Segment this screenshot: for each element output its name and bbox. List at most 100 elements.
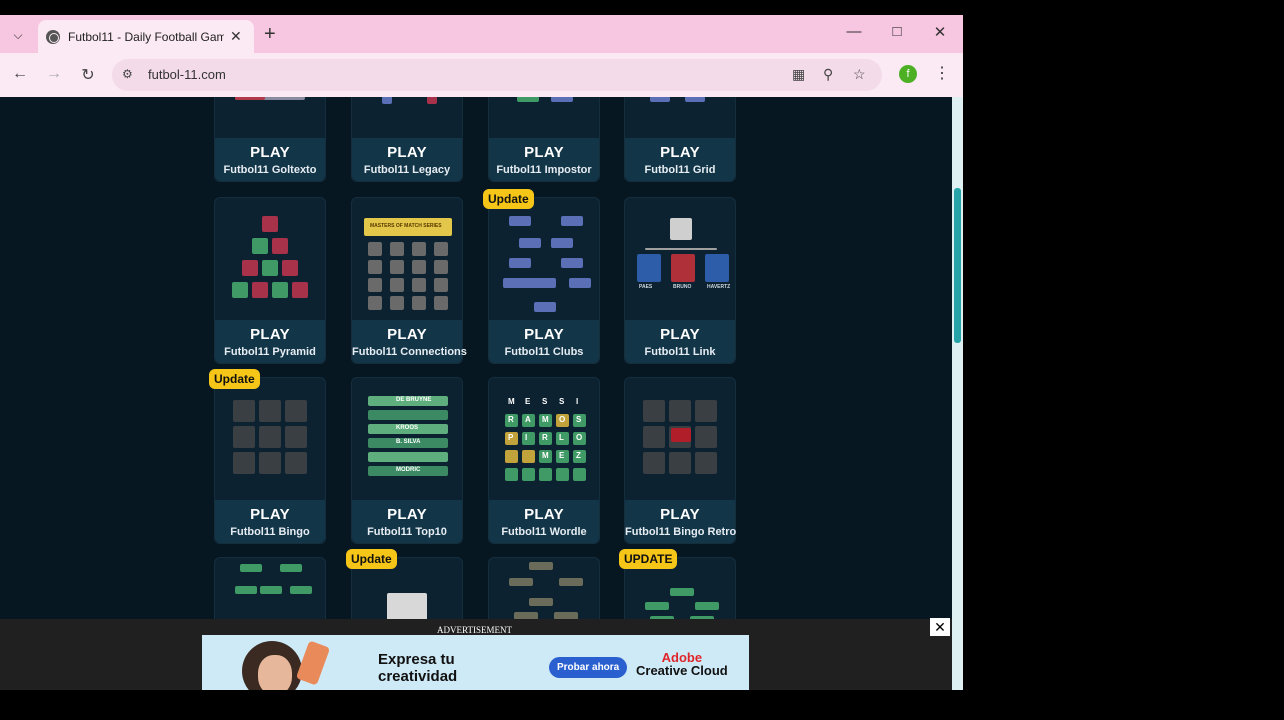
ad-close-icon[interactable]: ✕ <box>930 618 950 636</box>
game-card[interactable]: PLAY Futbol11 Clubs <box>488 197 600 364</box>
reload-icon[interactable]: ↻ <box>78 65 98 85</box>
wordle-letter: M <box>508 397 515 406</box>
formation-tile <box>559 578 583 586</box>
bingo-cell <box>695 426 717 448</box>
top10-row <box>368 410 448 420</box>
game-thumbnail: MESSIRAMOSPIRLOMEZ <box>489 378 599 500</box>
game-card[interactable]: PLAY Futbol11 Bingo Retro <box>624 377 736 544</box>
bookmark-star-icon[interactable]: ☆ <box>853 66 866 83</box>
card-footer[interactable]: PLAY Futbol11 Grid <box>625 138 735 181</box>
bingo-cell <box>669 400 691 422</box>
card-footer[interactable]: PLAY Futbol11 Connections <box>352 320 467 363</box>
profile-avatar[interactable]: f <box>899 65 917 83</box>
window-close-icon[interactable]: ✕ <box>928 23 952 41</box>
game-card[interactable]: PLAY Futbol11 Legacy <box>351 97 463 182</box>
new-tab-plus-icon[interactable]: + <box>264 24 276 44</box>
club-tile <box>519 238 541 248</box>
minimize-icon[interactable]: — <box>842 23 866 40</box>
tab-close-icon[interactable]: ✕ <box>230 28 242 45</box>
wordle-letter: S <box>559 397 565 406</box>
ad-brand-line2: Creative Cloud <box>636 663 728 678</box>
player-tile <box>292 282 308 298</box>
game-card[interactable]: PAES BRUNO HAVERTZ PLAY Futbol11 Link <box>624 197 736 364</box>
player-face <box>368 242 382 256</box>
card-footer[interactable]: PLAY Futbol11 Impostor <box>489 138 599 181</box>
ad-brand: Adobe Creative Cloud <box>636 651 728 677</box>
play-label: PLAY <box>250 326 290 343</box>
game-thumbnail: MASTERS OF MATCH SERIES <box>352 198 462 320</box>
player-name: PAES <box>639 284 653 290</box>
back-arrow-icon[interactable]: ← <box>10 65 30 83</box>
url-text: futbol-11.com <box>148 67 226 82</box>
game-card[interactable]: PLAY Futbol11 Bingo <box>214 377 326 544</box>
game-card[interactable]: M E S S I R A M O S P I R L O M E Z PLAY Futbol11 Wordle <box>488 377 600 544</box>
wordle-letter: S <box>542 397 548 406</box>
wordle-letter: E <box>525 397 531 406</box>
maximize-icon[interactable]: □ <box>885 23 909 40</box>
zoom-icon[interactable]: ⚲ <box>823 66 833 83</box>
game-name: Futbol11 Link <box>644 346 716 358</box>
card-footer[interactable]: PLAY Futbol11 Link <box>625 320 735 363</box>
club-tile <box>509 216 531 226</box>
game-card[interactable]: PLAY Futbol11 Impostor <box>488 97 600 182</box>
game-card[interactable]: PLAY Futbol11 Goltexto <box>214 97 326 182</box>
formation-tile <box>529 562 553 570</box>
address-bar[interactable]: ⚙ futbol-11.com ▦ ⚲ ☆ <box>112 59 882 91</box>
flag-tile <box>671 428 691 442</box>
formation-tile <box>280 564 302 572</box>
translate-icon[interactable]: ▦ <box>792 66 805 83</box>
card-footer[interactable]: PLAY Futbol11 Wordle <box>489 500 599 543</box>
tab-title: Futbol11 - Daily Football Games <box>68 29 224 44</box>
top10-row <box>368 452 448 462</box>
page-content: PLAY Futbol11 Goltexto PLAY Futbol11 Legacy… <box>0 97 952 690</box>
play-label: PLAY <box>387 144 427 161</box>
browser-toolbar: ← → ↻ ⚙ futbol-11.com ▦ ⚲ ☆ f ⋮ <box>0 53 963 97</box>
wordle-letter: P <box>508 433 514 442</box>
tab-strip: ⌵ Futbol11 - Daily Football Games ✕ + — … <box>0 15 963 53</box>
game-thumbnail <box>215 198 325 320</box>
game-card[interactable]: MASTERS OF MATCH SERIES PLAY Futbol11 Conn… <box>351 197 467 364</box>
ad-banner[interactable]: Expresa tu creatividad Probar ahora Adob… <box>202 635 749 690</box>
game-card[interactable]: PLAY Futbol11 Pyramid <box>214 197 326 364</box>
game-name: Futbol11 Bingo <box>230 526 310 538</box>
play-label: PLAY <box>250 506 290 523</box>
bingo-cell <box>695 452 717 474</box>
player-tile <box>282 260 298 276</box>
scrollbar-thumb[interactable] <box>954 188 961 343</box>
site-info-icon[interactable]: ⚙ <box>122 67 133 81</box>
card-footer[interactable]: PLAY Futbol11 Bingo Retro <box>625 500 736 543</box>
globe-favicon-icon <box>46 29 60 44</box>
thumb-tile <box>551 97 573 102</box>
card-footer[interactable]: PLAY Futbol11 Top10 <box>352 500 462 543</box>
game-name: Futbol11 Impostor <box>496 164 592 176</box>
player-tile <box>242 260 258 276</box>
game-card[interactable]: PLAY Futbol11 Grid <box>624 97 736 182</box>
player-tile <box>232 282 248 298</box>
card-footer[interactable]: PLAY Futbol11 Clubs <box>489 320 599 363</box>
tab-search-chevron-icon[interactable]: ⌵ <box>8 25 28 45</box>
player-tile <box>262 216 278 232</box>
ad-cta-button[interactable]: Probar ahora <box>549 657 628 678</box>
formation-tile <box>670 588 694 596</box>
player-face <box>390 296 404 310</box>
scrollbar-track[interactable] <box>952 97 963 690</box>
player-name: HAVERTZ <box>707 284 731 290</box>
card-footer[interactable]: PLAY Futbol11 Bingo <box>215 500 325 543</box>
thumb-tile <box>517 97 539 102</box>
wordle-cell <box>573 396 586 409</box>
active-tab[interactable]: Futbol11 - Daily Football Games ✕ <box>38 20 254 53</box>
card-footer[interactable]: PLAY Futbol11 Goltexto <box>215 138 325 181</box>
kebab-menu-icon[interactable]: ⋮ <box>934 63 950 83</box>
card-footer[interactable]: PLAY Futbol11 Legacy <box>352 138 462 181</box>
card-footer[interactable]: PLAY Futbol11 Pyramid <box>215 320 325 363</box>
wordle-cell <box>522 468 535 481</box>
wordle-letter: I <box>525 433 528 442</box>
play-label: PLAY <box>660 506 700 523</box>
wordle-cell <box>522 450 535 463</box>
player-face <box>434 278 448 292</box>
thumb-tile <box>427 97 437 104</box>
update-badge: Update <box>346 549 397 569</box>
game-card[interactable]: DE BRUYNE KROOS B. SILVA MODRIC PLAY Futbol11… <box>351 377 463 544</box>
forward-arrow-icon[interactable]: → <box>44 65 64 83</box>
bingo-cell <box>643 426 665 448</box>
